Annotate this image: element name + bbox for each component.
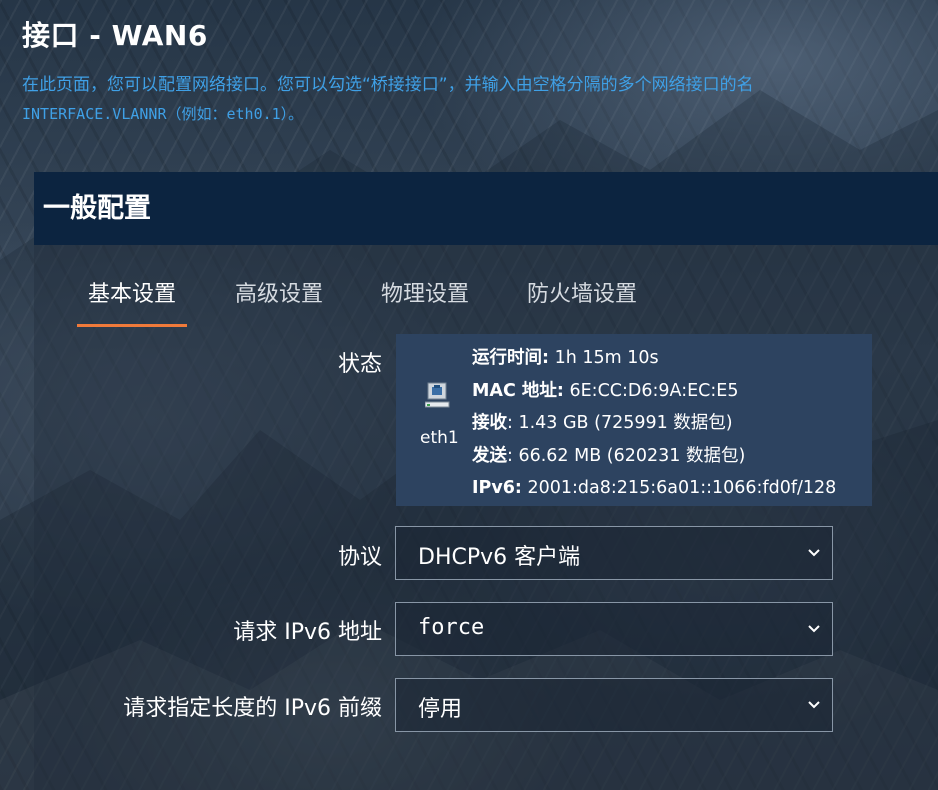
ipv6-value: 2001:da8:215:6a01::1066:fd0f/128 <box>527 478 837 498</box>
page-description-line2: INTERFACE.VLANNR（例如：eth0.1）。 <box>22 105 304 123</box>
tab-basic-settings[interactable]: 基本设置 <box>77 278 188 327</box>
status-panel: eth1 运行时间: 1h 15m 10s MAC 地址: 6E:CC:D6:9… <box>396 334 872 506</box>
tx-value: : 66.62 MB (620231 数据包) <box>507 445 746 466</box>
rx-row: 接收: 1.43 GB (725991 数据包) <box>472 407 836 440</box>
mac-value: 6E:CC:D6:9A:EC:E5 <box>569 380 739 401</box>
rx-label: 接收 <box>472 413 507 433</box>
request-ipv6-select[interactable]: force <box>395 602 833 656</box>
uptime-value: 1h 15m 10s <box>554 348 659 368</box>
tab-firewall-settings[interactable]: 防火墙设置 <box>516 278 648 324</box>
chevron-down-icon <box>806 620 822 640</box>
tab-physical-settings[interactable]: 物理设置 <box>370 278 480 324</box>
page-title: 接口 - WAN6 <box>22 19 208 52</box>
status-label: 状态 <box>337 352 382 377</box>
section-header: 一般配置 <box>34 172 938 245</box>
mac-row: MAC 地址: 6E:CC:D6:9A:EC:E5 <box>472 375 836 408</box>
status-details: 运行时间: 1h 15m 10s MAC 地址: 6E:CC:D6:9A:EC:… <box>472 342 836 505</box>
chevron-down-icon <box>806 544 822 564</box>
tx-row: 发送: 66.62 MB (620231 数据包) <box>472 440 836 473</box>
request-ipv6-select-value: force <box>418 615 485 640</box>
prefix-length-select-value: 停用 <box>418 697 463 722</box>
prefix-length-label: 请求指定长度的 IPv6 前缀 <box>123 696 382 721</box>
page-description: 在此页面，您可以配置网络接口。您可以勾选“桥接接口”，并输入由空格分隔的多个网络… <box>22 75 754 95</box>
tab-advanced-settings[interactable]: 高级设置 <box>224 278 334 324</box>
prefix-length-select[interactable]: 停用 <box>395 678 833 732</box>
device-name: eth1 <box>420 428 459 448</box>
protocol-label: 协议 <box>337 545 382 570</box>
request-ipv6-label: 请求 IPv6 地址 <box>233 620 382 645</box>
ipv6-row: IPv6: 2001:da8:215:6a01::1066:fd0f/128 <box>472 472 836 505</box>
section-title: 一般配置 <box>43 193 151 224</box>
uptime-row: 运行时间: 1h 15m 10s <box>472 342 836 375</box>
chevron-down-icon <box>806 696 822 716</box>
ipv6-label: IPv6: <box>472 478 522 498</box>
uptime-label: 运行时间: <box>472 348 549 368</box>
mac-label: MAC 地址: <box>472 380 564 401</box>
protocol-select-value: DHCPv6 客户端 <box>418 545 581 570</box>
protocol-select[interactable]: DHCPv6 客户端 <box>395 526 833 580</box>
tx-label: 发送 <box>472 445 507 466</box>
ethernet-port-icon <box>424 381 451 415</box>
rx-value: : 1.43 GB (725991 数据包) <box>507 413 733 433</box>
